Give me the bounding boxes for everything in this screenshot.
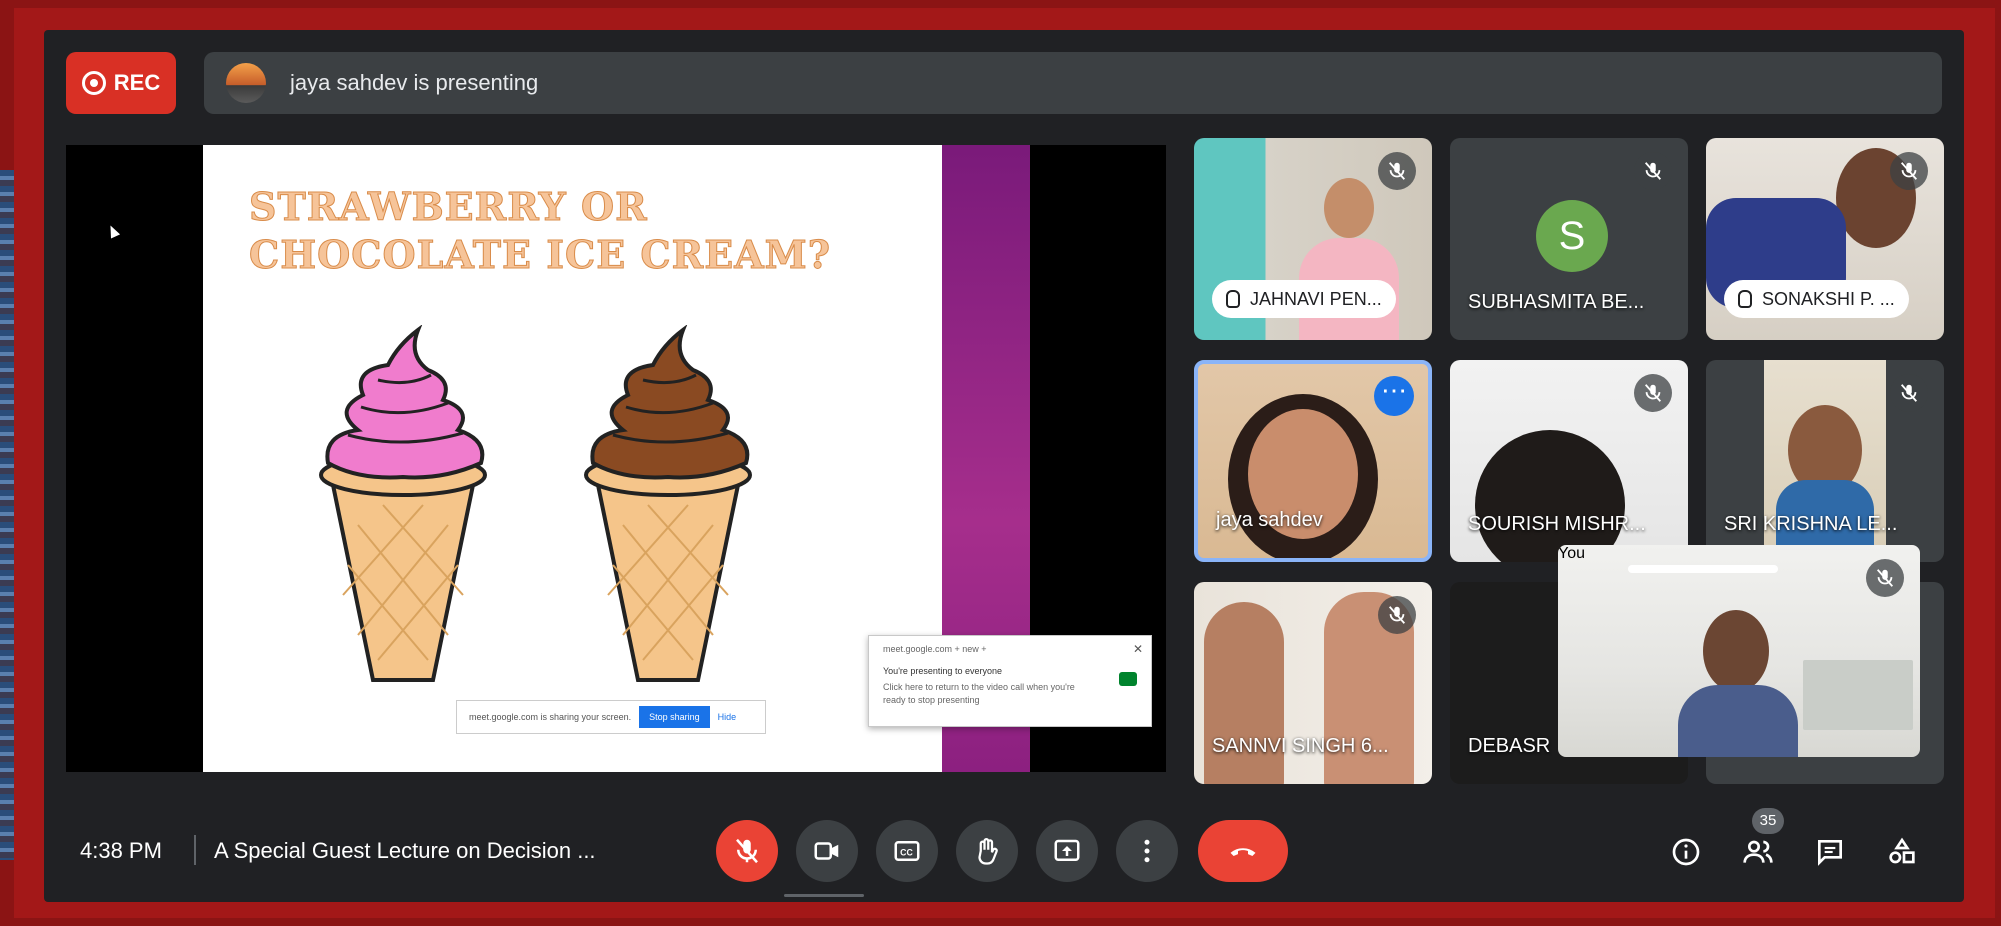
divider bbox=[194, 835, 196, 865]
meeting-time: 4:38 PM bbox=[80, 838, 162, 863]
recording-badge[interactable]: REC bbox=[66, 52, 176, 114]
chat-button[interactable] bbox=[1808, 830, 1852, 874]
participant-name: SOURISH MISHR... bbox=[1468, 513, 1646, 535]
participant-name: JAHNAVI PEN... bbox=[1250, 288, 1382, 309]
stop-sharing-button[interactable]: Stop sharing bbox=[639, 706, 710, 728]
present-icon bbox=[1054, 839, 1080, 861]
raise-hand-icon bbox=[1738, 290, 1752, 308]
microphone-toggle-button[interactable] bbox=[716, 820, 778, 882]
mic-off-icon bbox=[1866, 559, 1904, 597]
mic-off-icon bbox=[1378, 152, 1416, 190]
svg-text:CC: CC bbox=[900, 847, 913, 857]
self-view[interactable]: You bbox=[1558, 545, 1920, 757]
shared-screen[interactable]: STRAWBERRY OR CHOCOLATE ICE CREAM? meet.… bbox=[66, 145, 1166, 772]
end-call-icon bbox=[1230, 848, 1256, 856]
raise-hand-button[interactable] bbox=[956, 820, 1018, 882]
people-button[interactable] bbox=[1736, 830, 1780, 874]
mic-off-icon bbox=[1890, 374, 1928, 412]
meet-logo-icon bbox=[1119, 672, 1137, 686]
mic-off-icon bbox=[1890, 152, 1928, 190]
participant-avatar: S bbox=[1536, 200, 1608, 272]
presenting-bar: jaya sahdev is presenting bbox=[204, 52, 1942, 114]
mic-off-icon bbox=[1378, 596, 1416, 634]
popup-source: meet.google.com + new + bbox=[883, 644, 987, 654]
meet-window: REC jaya sahdev is presenting STRAWBERRY… bbox=[44, 30, 1964, 902]
participant-name-pill: JAHNAVI PEN... bbox=[1212, 280, 1396, 318]
activities-button[interactable] bbox=[1880, 830, 1924, 874]
more-options-icon bbox=[1144, 839, 1150, 863]
participant-tile[interactable]: SOURISH MISHR... bbox=[1450, 360, 1688, 562]
mic-off-icon bbox=[1634, 374, 1672, 412]
close-icon[interactable]: ✕ bbox=[1133, 642, 1143, 656]
participant-tile-active-speaker[interactable]: ⋯ jaya sahdev bbox=[1194, 360, 1432, 562]
participant-tile[interactable]: SONAKSHI P. ... bbox=[1706, 138, 1944, 340]
participant-tile[interactable]: SANNVI SINGH 6... bbox=[1194, 582, 1432, 784]
participant-tile[interactable]: SRI KRISHNA LE... bbox=[1706, 360, 1944, 562]
meeting-details-button[interactable] bbox=[1664, 830, 1708, 874]
participant-count-badge: 35 bbox=[1752, 808, 1784, 834]
present-now-button[interactable] bbox=[1036, 820, 1098, 882]
scroll-indicator bbox=[784, 894, 864, 897]
participant-tile[interactable]: S SUBHASMITA BE... bbox=[1450, 138, 1688, 340]
info-icon bbox=[1672, 838, 1700, 866]
more-options-button[interactable] bbox=[1116, 820, 1178, 882]
participant-name: SONAKSHI P. ... bbox=[1762, 288, 1895, 309]
camera-icon bbox=[814, 842, 839, 860]
presenting-popup[interactable]: meet.google.com + new + ✕ You're present… bbox=[868, 635, 1152, 727]
participant-video bbox=[1475, 430, 1625, 562]
participant-name: jaya sahdev bbox=[1216, 509, 1323, 531]
participant-name: DEBASR bbox=[1468, 735, 1551, 757]
record-icon bbox=[81, 71, 106, 95]
strawberry-ice-cream-icon bbox=[319, 325, 487, 682]
participant-name: SUBHASMITA BE... bbox=[1468, 291, 1645, 313]
self-view-label: You bbox=[1558, 545, 1585, 562]
chat-icon bbox=[1818, 840, 1842, 866]
participant-video bbox=[1324, 178, 1374, 238]
slide-title: STRAWBERRY OR CHOCOLATE ICE CREAM? bbox=[249, 184, 832, 278]
share-notice-text: meet.google.com is sharing your screen. bbox=[469, 712, 632, 722]
participant-name: SRI KRISHNA LE... bbox=[1724, 513, 1898, 535]
chocolate-ice-cream-icon bbox=[584, 325, 752, 682]
popup-body: Click here to return to the video call w… bbox=[883, 682, 1075, 705]
background-strip bbox=[0, 170, 14, 860]
mic-off-icon bbox=[1634, 152, 1672, 190]
self-view-video bbox=[1628, 565, 1778, 573]
popup-heading: You're presenting to everyone bbox=[883, 666, 1002, 676]
recording-label: REC bbox=[113, 70, 161, 95]
ice-cream-illustration bbox=[319, 325, 752, 682]
presenter-avatar bbox=[226, 63, 266, 103]
screen-share-notice: meet.google.com is sharing your screen. … bbox=[456, 700, 766, 734]
captions-button[interactable]: CC bbox=[876, 820, 938, 882]
meeting-title[interactable]: A Special Guest Lecture on Decision ... bbox=[214, 838, 596, 864]
leave-call-button[interactable] bbox=[1198, 820, 1288, 882]
captions-icon: CC bbox=[894, 841, 920, 861]
presentation-slide: STRAWBERRY OR CHOCOLATE ICE CREAM? meet.… bbox=[203, 145, 942, 772]
self-view-video bbox=[1703, 610, 1769, 692]
participant-tile[interactable]: JAHNAVI PEN... bbox=[1194, 138, 1432, 340]
self-view-video bbox=[1678, 685, 1798, 757]
self-view-video bbox=[1803, 660, 1913, 730]
raise-hand-icon bbox=[1226, 290, 1240, 308]
activities-icon bbox=[1889, 837, 1915, 864]
camera-toggle-button[interactable] bbox=[796, 820, 858, 882]
presenting-text: jaya sahdev is presenting bbox=[290, 70, 539, 95]
participant-name-pill: SONAKSHI P. ... bbox=[1724, 280, 1909, 318]
raise-hand-icon bbox=[978, 838, 998, 865]
mic-off-icon bbox=[736, 838, 758, 864]
hide-button[interactable]: Hide bbox=[718, 712, 737, 722]
mouse-cursor-icon bbox=[105, 223, 121, 239]
people-icon bbox=[1743, 840, 1773, 863]
more-options-icon[interactable]: ⋯ bbox=[1374, 376, 1414, 416]
participant-name: SANNVI SINGH 6... bbox=[1212, 735, 1389, 757]
